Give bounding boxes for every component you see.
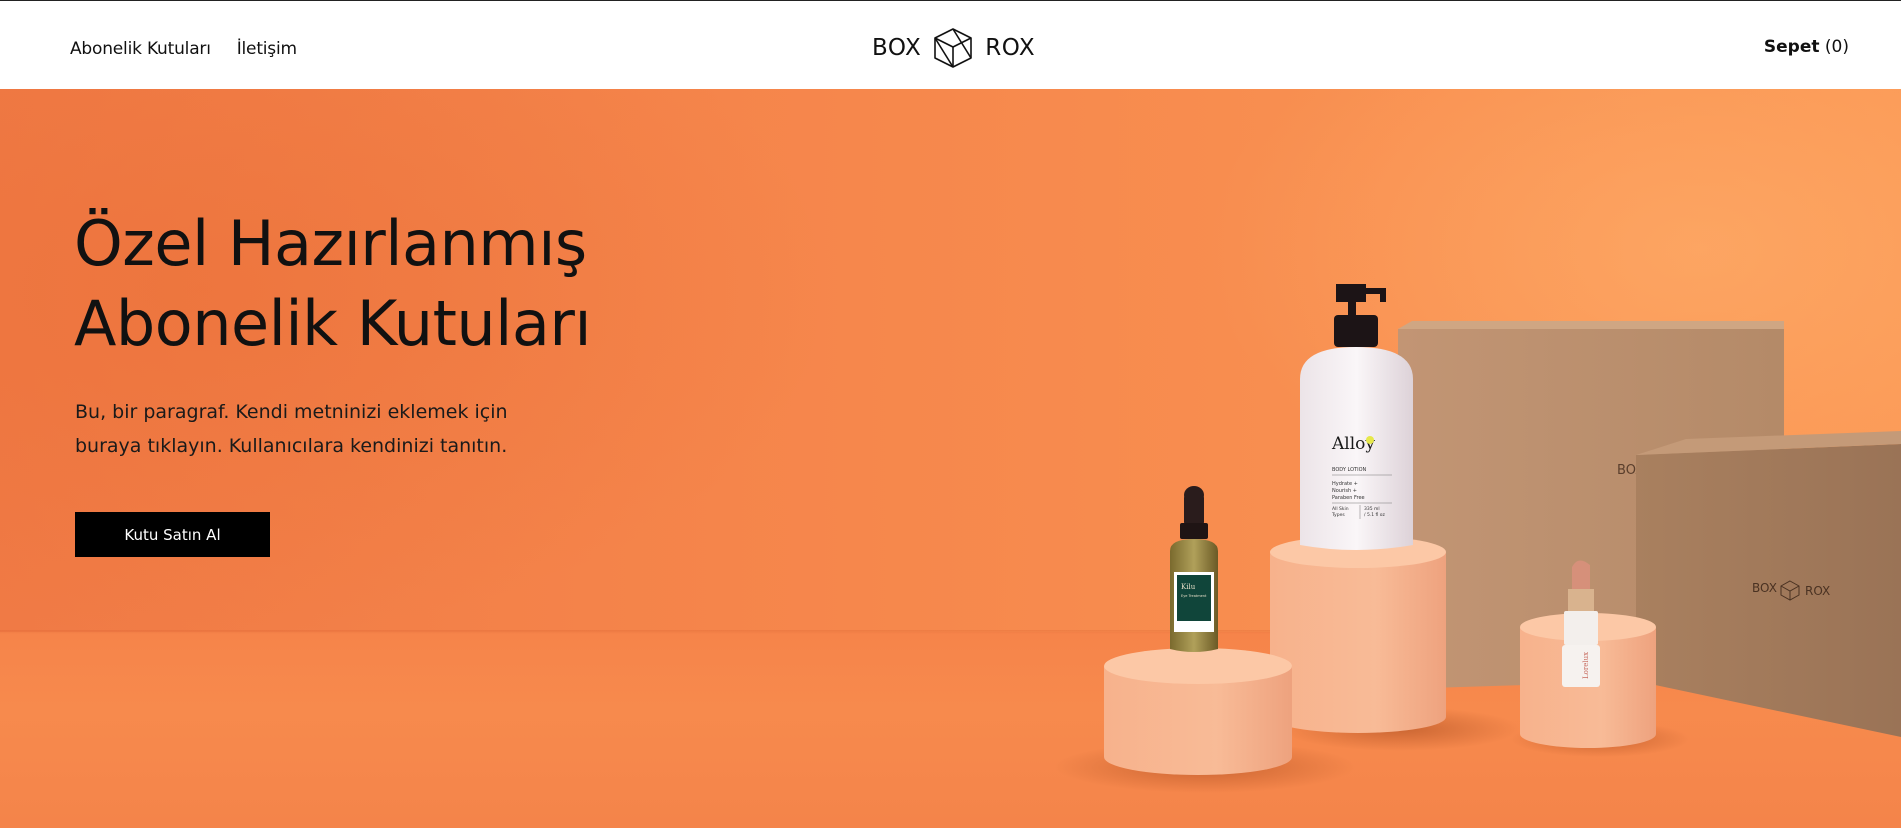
hero-paragraph: Bu, bir paragraf. Kendi metninizi ekleme…: [75, 401, 508, 457]
site-logo[interactable]: BOX ROX: [872, 27, 1035, 69]
lotion-skin-2: Types: [1331, 512, 1345, 518]
cube-logo-icon: [934, 28, 973, 68]
lotion-type: BODY LOTION: [1332, 467, 1367, 473]
pedestal-middle: [1270, 536, 1446, 733]
cart-count: (0): [1824, 37, 1849, 57]
logo-word-left: BOX: [872, 35, 922, 61]
pedestal-left: [1104, 648, 1292, 775]
lotion-volume-1: 335 ml: [1364, 506, 1380, 512]
hero-title-line-1: Özel Hazırlanmış: [74, 207, 587, 280]
lotion-desc-3: Paraben Free: [1332, 495, 1365, 501]
hero-title: Özel Hazırlanmış Abonelik Kutuları: [74, 204, 774, 364]
serum-brand: Kilu: [1181, 583, 1196, 591]
hero-title-line-2: Abonelik Kutuları: [74, 287, 592, 360]
cart-link[interactable]: Sepet (0): [1764, 37, 1849, 57]
lotion-desc-1: Hydrate +: [1332, 481, 1358, 487]
main-nav: Abonelik Kutuları İletişim: [70, 39, 297, 59]
lipstick-brand: Lorelux: [1582, 652, 1590, 679]
hero-section: BOX BOX ROX Alloy BODY LOTION Hydrate + …: [0, 89, 1901, 828]
box-front-label-right: ROX: [1805, 584, 1830, 598]
site-header: Abonelik Kutuları İletişim BOX ROX Sepet…: [0, 1, 1901, 89]
logo-word-right: ROX: [985, 35, 1036, 61]
lotion-desc-2: Nourish +: [1332, 488, 1357, 494]
cart-label: Sepet: [1763, 37, 1820, 57]
serum-type: Eye Treatment: [1181, 594, 1207, 598]
serum-bottle: Kilu Eye Treatment: [1170, 486, 1218, 652]
lotion-volume-2: / 5.1 fl oz: [1364, 512, 1386, 518]
lotion-bottle: Alloy BODY LOTION Hydrate + Nourish + Pa…: [1300, 284, 1413, 550]
buy-box-button[interactable]: Kutu Satın Al: [75, 512, 270, 557]
nav-link-subscription-boxes[interactable]: Abonelik Kutuları: [70, 39, 211, 59]
box-front-label-left: BOX: [1752, 581, 1777, 595]
nav-link-contact[interactable]: İletişim: [237, 39, 297, 59]
lotion-skin-1: All Skin: [1332, 506, 1349, 512]
shipping-box-front: BOX ROX: [1636, 431, 1901, 737]
